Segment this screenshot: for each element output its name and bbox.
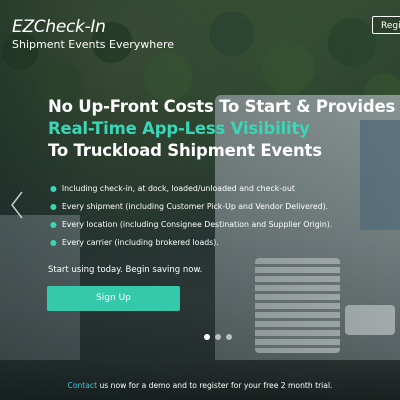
bullet-dot-icon: ● bbox=[50, 202, 57, 211]
headline-line-1: No Up-Front Costs To Start & Provides bbox=[48, 97, 396, 116]
headline-line-2: Real-Time App-Less Visibility bbox=[48, 119, 310, 138]
brand-tagline: Shipment Events Everywhere bbox=[12, 38, 175, 51]
list-item: ● Every location (including Consignee Des… bbox=[50, 216, 332, 234]
bullet-dot-icon: ● bbox=[50, 184, 57, 193]
register-button[interactable]: Regi bbox=[372, 16, 400, 34]
carousel-prev-button[interactable] bbox=[10, 190, 24, 220]
sign-up-button[interactable]: Sign Up bbox=[47, 286, 180, 311]
feature-text: Every location (including Consignee Dest… bbox=[61, 220, 333, 229]
hero-headline: No Up-Front Costs To Start & Provides Re… bbox=[48, 96, 396, 162]
carousel-dot[interactable] bbox=[204, 334, 210, 340]
brand-logo[interactable]: EZCheck-In bbox=[12, 17, 106, 37]
feature-text: Every carrier (including brokered loads)… bbox=[61, 238, 219, 247]
feature-text: Including check-in, at dock, loaded/unlo… bbox=[61, 184, 295, 193]
chevron-left-icon bbox=[11, 191, 23, 219]
contact-link[interactable]: Contact bbox=[68, 381, 98, 390]
bullet-dot-icon: ● bbox=[50, 238, 57, 247]
list-item: ● Including check-in, at dock, loaded/unl… bbox=[50, 180, 332, 198]
headline-line-3: To Truckload Shipment Events bbox=[48, 141, 322, 160]
start-today-text: Start using today. Begin saving now. bbox=[48, 265, 203, 275]
carousel-dot[interactable] bbox=[226, 334, 232, 340]
list-item: ● Every shipment (including Customer Pick… bbox=[50, 198, 332, 216]
feature-text: Every shipment (including Customer Pick-… bbox=[61, 202, 329, 211]
bullet-dot-icon: ● bbox=[50, 220, 57, 229]
footer-cta: Contact us now for a demo and to registe… bbox=[0, 381, 400, 390]
feature-list: ● Including check-in, at dock, loaded/unl… bbox=[50, 180, 332, 252]
carousel-dot[interactable] bbox=[215, 334, 221, 340]
carousel-indicators bbox=[204, 334, 232, 340]
list-item: ● Every carrier (including brokered loads… bbox=[50, 234, 332, 252]
footer-text: us now for a demo and to register for yo… bbox=[97, 381, 333, 390]
